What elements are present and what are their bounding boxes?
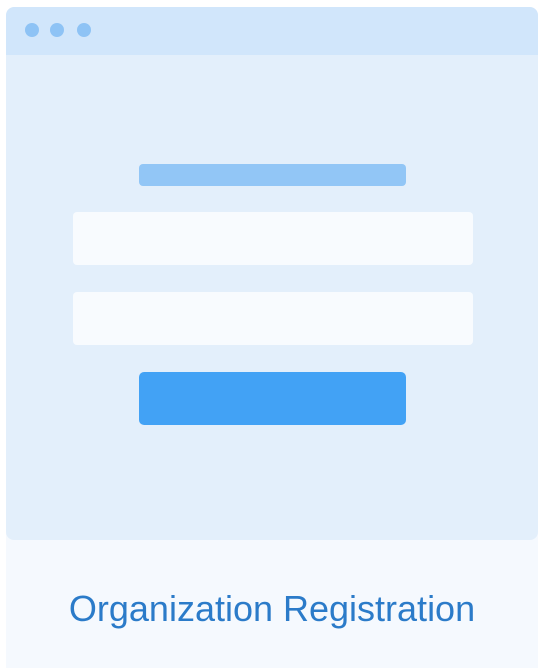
submit-button[interactable] bbox=[139, 372, 406, 425]
page-title: Organization Registration bbox=[68, 588, 476, 629]
window-control-dot bbox=[77, 23, 91, 37]
form-input-field[interactable] bbox=[73, 292, 473, 345]
form-input-field[interactable] bbox=[73, 212, 473, 265]
window-control-dot bbox=[25, 23, 39, 37]
window-control-dot bbox=[50, 23, 64, 37]
registration-card: Organization Registration bbox=[6, 7, 538, 668]
browser-window-mockup bbox=[6, 7, 538, 540]
form-heading-placeholder bbox=[139, 164, 406, 186]
window-titlebar bbox=[6, 7, 538, 55]
